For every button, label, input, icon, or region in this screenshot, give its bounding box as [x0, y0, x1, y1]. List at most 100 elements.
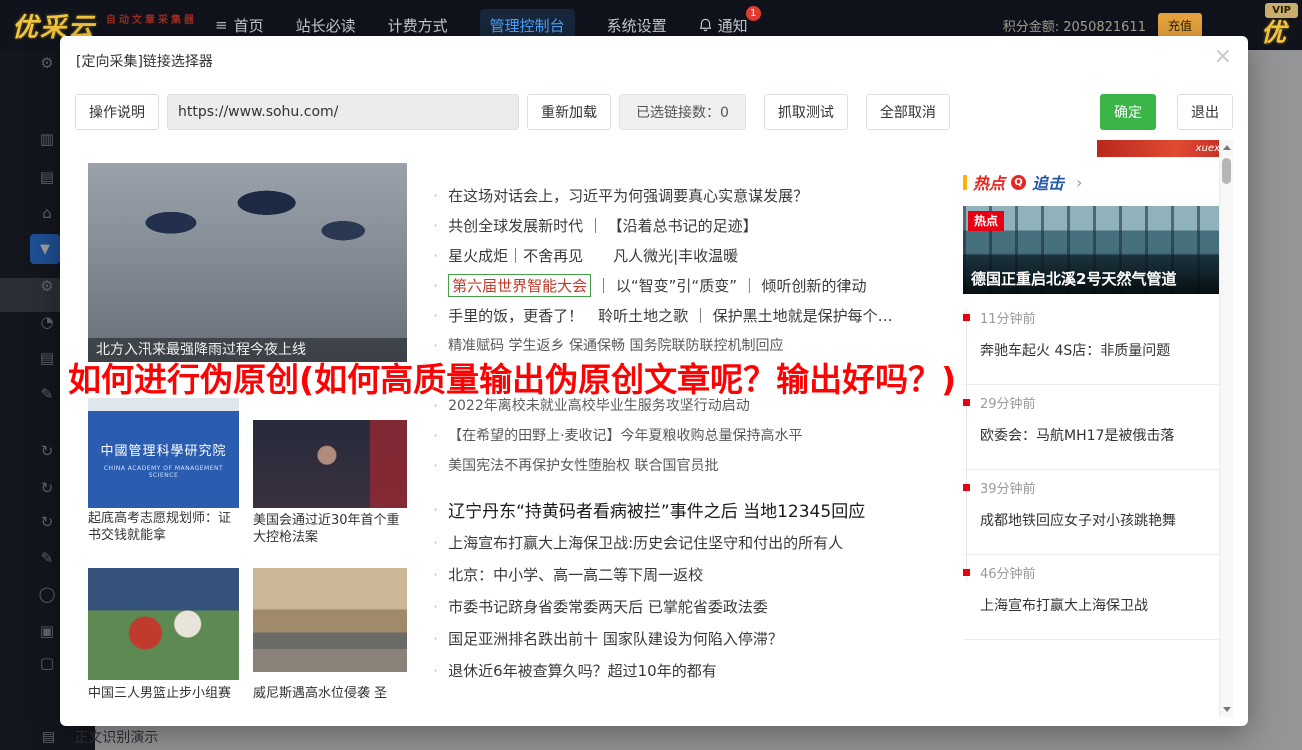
headline-text: 【在希望的田野上·麦收记】今年夏粮收购总量保持高水平: [448, 425, 802, 445]
nav-label: 首页: [234, 15, 264, 36]
headline-text: 北京：中小学、高一高二等下周一返校: [448, 564, 703, 585]
hot-timeline: 11分钟前 奔驰车起火 4S店：非质量问题 29分钟前 欧委会：马航MH17是被…: [963, 300, 1227, 640]
news-thumb-congress[interactable]: [253, 420, 407, 508]
bullet-dot: ·: [433, 533, 438, 552]
timeline-link[interactable]: 欧委会：马航MH17是被俄击落: [980, 425, 1227, 445]
headline-link[interactable]: · 上海宣布打赢大上海保卫战:历史会记住坚守和付出的所有人: [433, 526, 955, 558]
hot-q-icon: Q: [1011, 175, 1026, 190]
timeline-item: 39分钟前 成都地铁回应女子对小孩跳艳舞: [963, 470, 1227, 555]
points-balance: 积分金额: 2050821611: [1003, 16, 1146, 35]
headline-text: 精准赋码 学生返乡 保通保畅 国务院联防联控机制回应: [448, 335, 783, 355]
timeline-link[interactable]: 奔驰车起火 4S店：非质量问题: [980, 340, 1227, 360]
embedded-webpage: xuex 北方入汛来最强降雨过程今夜上线 · 在这场对话会上，习近平为何强调要真心…: [75, 140, 1233, 717]
headline-text: 美国宪法不再保护女性堕胎权 联合国官员批: [448, 455, 718, 475]
nav-item-settings[interactable]: 系统设置: [607, 15, 667, 36]
timeline-item: 29分钟前 欧委会：马航MH17是被俄击落: [963, 385, 1227, 470]
headline-link[interactable]: ·星火成炬｜不舍再见 凡人微光|丰收温暖: [433, 240, 955, 270]
bullet-dot: ·: [433, 629, 438, 648]
news-thumb-basketball[interactable]: [88, 568, 239, 680]
headline-text: 退休近6年被查算久吗？超过10年的都有: [448, 660, 717, 681]
headline-text: 星火成炬｜不舍再见 凡人微光|丰收温暖: [448, 245, 738, 266]
chevron-right-icon: ›: [1076, 173, 1082, 192]
headline-text: 共创全球发展新时代 ｜ 【沿着总书记的足迹】: [448, 215, 758, 236]
headline-link[interactable]: · 【在希望的田野上·麦收记】今年夏粮收购总量保持高水平: [433, 420, 955, 450]
promo-banner[interactable]: xuex: [1097, 140, 1228, 157]
headline-text: 辽宁丹东“持黄码者看病被拦”事件之后 当地12345回应: [448, 497, 865, 522]
scroll-down-icon[interactable]: [1220, 702, 1233, 717]
headline-link[interactable]: · 北京：中小学、高一高二等下周一返校: [433, 558, 955, 590]
notification-badge: 1: [746, 6, 761, 21]
headline-text: 在这场对话会上，习近平为何强调要真心实意谋发展？: [448, 185, 808, 206]
reload-button[interactable]: 重新加载: [527, 94, 611, 130]
timeline-link[interactable]: 成都地铁回应女子对小孩跳艳舞: [980, 510, 1227, 530]
news-caption[interactable]: 威尼斯遇高水位侵袭 圣: [253, 685, 407, 702]
bullet-dot: ·: [433, 186, 438, 205]
scrollbar-thumb[interactable]: [1222, 158, 1231, 184]
timeline-time: 29分钟前: [963, 393, 1227, 412]
headline-link[interactable]: · 美国宪法不再保护女性堕胎权 联合国官员批: [433, 450, 955, 480]
nav-label: 通知: [718, 15, 748, 36]
headline-text: 上海宣布打赢大上海保卫战:历史会记住坚守和付出的所有人: [448, 532, 843, 553]
hot-lead-story[interactable]: 热点 德国正重启北溪2号天然气管道: [963, 206, 1227, 294]
timeline-link[interactable]: 上海宣布打赢大上海保卫战: [980, 595, 1227, 615]
timeline-time: 39分钟前: [963, 478, 1227, 497]
headline-text: ｜ 以“智变”引“质变” ｜ 倾听创新的律动: [596, 275, 866, 296]
hot-label: 热点: [973, 170, 1005, 194]
bullet-dot: ·: [433, 306, 438, 325]
confirm-button[interactable]: 确定: [1100, 94, 1156, 130]
help-button[interactable]: 操作说明: [75, 94, 159, 130]
nav-item-home[interactable]: ≡ 首页: [215, 15, 264, 36]
recharge-button[interactable]: 充值: [1158, 13, 1202, 38]
timeline-time: 11分钟前: [963, 308, 1227, 327]
bullet-dot: ·: [433, 661, 438, 680]
bullet-dot: ·: [433, 216, 438, 235]
news-thumb-venice[interactable]: [253, 568, 407, 672]
news-caption[interactable]: 起底高考志愿规划师：证书交钱就能拿: [88, 510, 239, 544]
hot-lead-caption: 德国正重启北溪2号天然气管道: [963, 250, 1227, 294]
pursuit-label: 追击: [1032, 170, 1064, 194]
hot-pursuit-column: 热点 Q 追击 › 热点 德国正重启北溪2号天然气管道 11分钟前 奔驰车起火 …: [963, 170, 1227, 640]
close-icon[interactable]: ×: [1214, 46, 1232, 68]
dialog-toolbar: 操作说明 重新加载 已选链接数：0 抓取测试 全部取消 确定 退出: [75, 94, 1233, 130]
bullet-dot: ·: [433, 276, 438, 295]
headline-link[interactable]: ·辽宁丹东“持黄码者看病被拦”事件之后 当地12345回应: [433, 492, 955, 526]
exit-button[interactable]: 退出: [1177, 94, 1233, 130]
headline-link[interactable]: · 共创全球发展新时代 ｜ 【沿着总书记的足迹】: [433, 210, 955, 240]
app-slogan: 自动文章采集器: [106, 11, 197, 26]
mini-logo: 优: [1261, 13, 1286, 49]
grab-test-button[interactable]: 抓取测试: [764, 94, 848, 130]
nav-item-notifications[interactable]: 通知 1: [699, 15, 748, 36]
lead-photo[interactable]: 北方入汛来最强降雨过程今夜上线: [88, 163, 407, 362]
headline-text: 国足亚洲排名跌出前十 国家队建设为何陷入停滞？: [448, 628, 783, 649]
news-thumb-academy[interactable]: 中國管理科學研究院 CHINA ACADEMY OF MANAGEMENT SC…: [88, 398, 239, 508]
headline-link[interactable]: · 在这场对话会上，习近平为何强调要真心实意谋发展？: [433, 180, 955, 210]
nav-item-billing[interactable]: 计费方式: [388, 15, 448, 36]
cancel-all-button[interactable]: 全部取消: [866, 94, 950, 130]
nav-label: 计费方式: [388, 15, 448, 36]
hot-badge: 热点: [968, 211, 1004, 231]
news-caption[interactable]: 中国三人男篮止步小组赛: [88, 685, 239, 702]
selected-links-count: 已选链接数：0: [619, 94, 746, 130]
bullet-dot: ·: [433, 426, 438, 445]
timeline-time: 46分钟前: [963, 563, 1227, 582]
bullet-dot: ·: [433, 456, 438, 475]
headline-link[interactable]: · 市委书记跻身省委常委两天后 已掌舵省委政法委: [433, 590, 955, 622]
headline-link[interactable]: · 国足亚洲排名跌出前十 国家队建设为何陷入停滞？: [433, 622, 955, 654]
bullet-dot: ·: [433, 565, 438, 584]
bullet-dot: ·: [433, 336, 438, 355]
nav-item-must-read[interactable]: 站长必读: [296, 15, 356, 36]
scroll-up-icon[interactable]: [1220, 140, 1233, 155]
hot-pursuit-header[interactable]: 热点 Q 追击 ›: [963, 170, 1227, 194]
headline-link[interactable]: · 第六届世界智能大会｜ 以“智变”引“质变” ｜ 倾听创新的律动: [433, 270, 955, 300]
timeline-item: 46分钟前 上海宣布打赢大上海保卫战: [963, 555, 1227, 640]
bullet-dot: ·: [433, 597, 438, 616]
headline-link[interactable]: ·手里的饭，更香了！ 聆听土地之歌 ｜ 保护黑土地就是保护每个…: [433, 300, 955, 330]
headline-link[interactable]: · 退休近6年被查算久吗？超过10年的都有: [433, 654, 955, 686]
highlighted-headline[interactable]: 第六届世界智能大会: [448, 274, 591, 297]
news-caption[interactable]: 美国会通过近30年首个重大控枪法案: [253, 512, 407, 546]
menu-icon: ≡: [215, 16, 228, 34]
url-input[interactable]: [167, 94, 519, 130]
headline-text: 市委书记跻身省委常委两天后 已掌舵省委政法委: [448, 596, 768, 617]
headline-list: · 在这场对话会上，习近平为何强调要真心实意谋发展？ · 共创全球发展新时代 ｜ 【…: [433, 180, 955, 686]
scrollbar[interactable]: [1219, 140, 1233, 717]
